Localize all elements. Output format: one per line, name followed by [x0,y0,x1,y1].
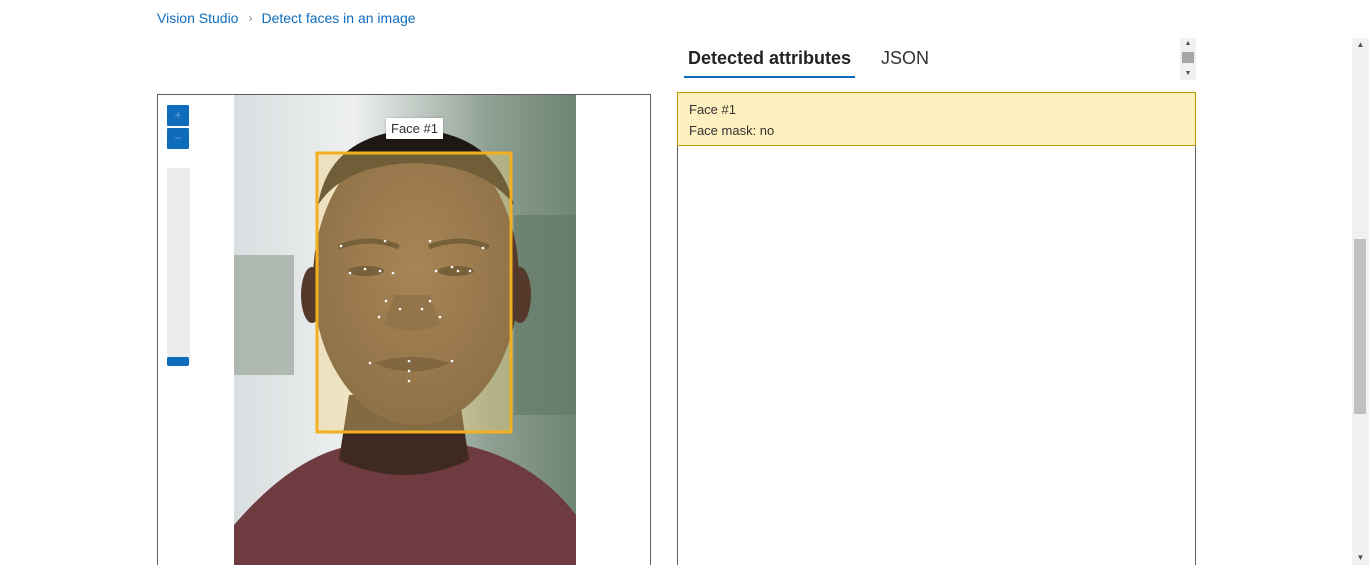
uploaded-photo [234,95,576,565]
page-scrollbar-thumb[interactable] [1354,239,1366,414]
scroll-up-icon[interactable]: ▲ [1180,38,1196,50]
result-face-mask: Face mask: no [689,123,775,138]
zoom-slider-handle[interactable] [167,357,189,366]
face-label-tag: Face #1 [386,118,443,139]
zoom-slider-track[interactable] [167,168,190,366]
chevron-right-icon: › [248,11,253,25]
breadcrumb: Vision Studio › Detect faces in an image [157,10,416,26]
breadcrumb-vision-studio-link[interactable]: Vision Studio [157,10,238,26]
zoom-out-button[interactable]: − [167,128,189,149]
scroll-up-icon[interactable]: ▲ [1352,38,1369,52]
tabs-scrollbar[interactable]: ▲ ▼ [1180,38,1196,80]
zoom-in-button[interactable]: + [167,105,189,126]
detected-attributes-panel: Face #1 Face mask: no [677,92,1196,565]
result-item-face-1[interactable]: Face #1 Face mask: no [677,92,1196,146]
scroll-down-icon[interactable]: ▼ [1180,68,1196,80]
results-tabs: Detected attributes JSON [684,42,955,78]
page-scrollbar[interactable]: ▲ ▼ [1352,38,1369,565]
tab-detected-attributes[interactable]: Detected attributes [684,42,856,78]
breadcrumb-current-link[interactable]: Detect faces in an image [261,10,415,26]
result-face-title: Face #1 [689,102,736,117]
image-viewer: + − Face #1 [157,94,651,565]
scroll-down-icon[interactable]: ▼ [1352,551,1369,565]
tab-json[interactable]: JSON [877,42,933,78]
tabs-scrollbar-thumb[interactable] [1182,52,1194,63]
